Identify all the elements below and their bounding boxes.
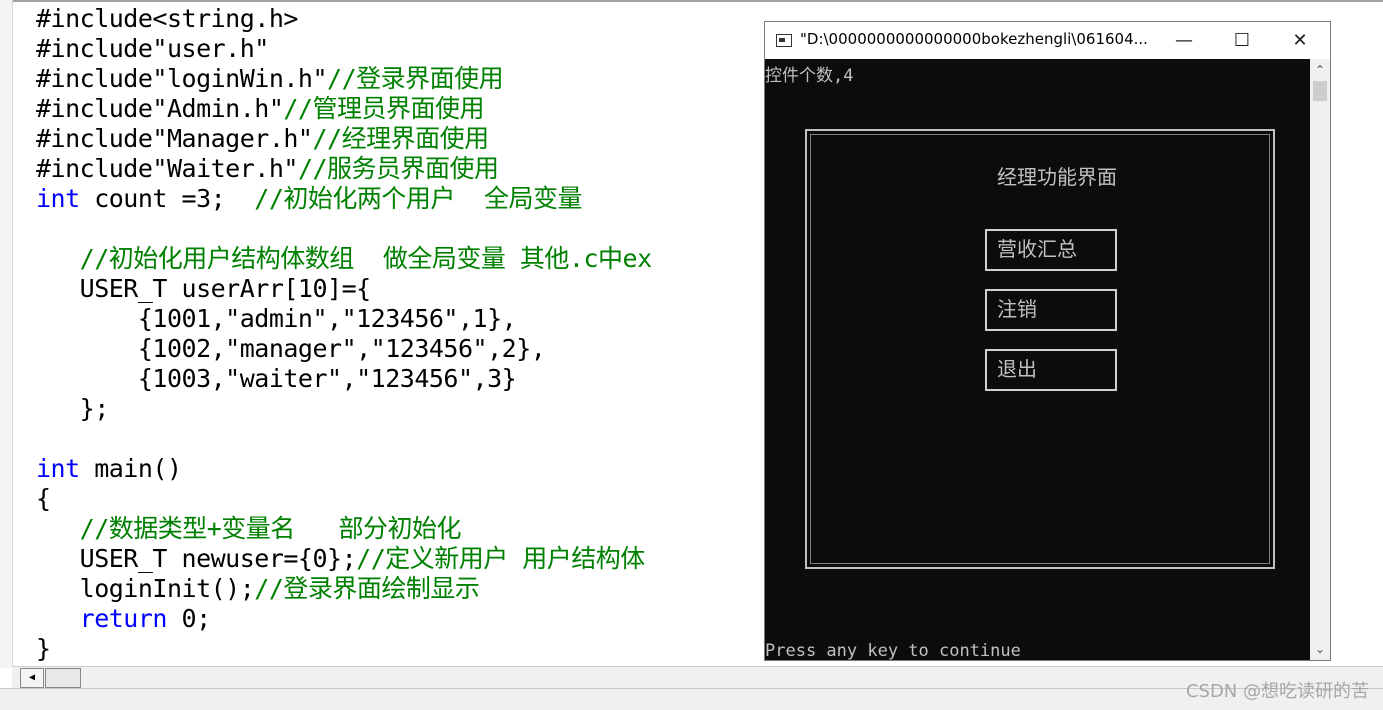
console-window[interactable]: "D:\0000000000000000bokezhengli\061604..… bbox=[764, 21, 1331, 661]
code-line[interactable]: return 0; bbox=[36, 604, 211, 634]
code-text: USER_T userArr[10]={ bbox=[36, 274, 372, 303]
code-text: #include"Admin.h" bbox=[36, 94, 284, 123]
maximize-button[interactable]: ☐ bbox=[1219, 22, 1265, 59]
code-line[interactable]: int count =3; //初始化两个用户 全局变量 bbox=[36, 184, 582, 214]
control-count-text: 控件个数,4 bbox=[765, 66, 854, 86]
vertical-scrollbar[interactable]: ⌃ ⌄ bbox=[1310, 59, 1330, 660]
console-app-icon bbox=[776, 34, 792, 47]
code-line[interactable]: {1002,"manager","123456",2}, bbox=[36, 334, 546, 364]
code-text: count =3; bbox=[79, 184, 255, 213]
code-text: #include"user.h" bbox=[36, 34, 269, 63]
code-text: {1003,"waiter","123456",3} bbox=[36, 364, 517, 393]
code-comment: //登录界面绘制显示 bbox=[254, 574, 480, 603]
manager-panel: 经理功能界面 营收汇总 注销 退出 bbox=[805, 129, 1275, 569]
code-line[interactable]: int main() bbox=[36, 454, 182, 484]
code-comment: //初始化两个用户 全局变量 bbox=[254, 184, 582, 213]
code-line[interactable]: } bbox=[36, 634, 51, 664]
panel-title: 经理功能界面 bbox=[997, 165, 1117, 189]
code-text: #include"Waiter.h" bbox=[36, 154, 298, 183]
code-line[interactable]: //初始化用户结构体数组 做全局变量 其他.c中ex bbox=[36, 244, 652, 274]
code-text: #include"Manager.h" bbox=[36, 124, 313, 153]
close-button[interactable]: ✕ bbox=[1277, 22, 1323, 59]
code-line[interactable]: #include"loginWin.h"//登录界面使用 bbox=[36, 64, 504, 94]
code-text: } bbox=[36, 634, 51, 663]
code-line[interactable]: #include"Waiter.h"//服务员界面使用 bbox=[36, 154, 499, 184]
keyword-int: int bbox=[36, 454, 80, 483]
code-comment: //数据类型+变量名 部分初始化 bbox=[79, 514, 462, 543]
status-strip bbox=[0, 688, 1383, 710]
code-line[interactable]: USER_T userArr[10]={ bbox=[36, 274, 372, 304]
code-text: #include"loginWin.h" bbox=[36, 64, 328, 93]
minimize-button[interactable]: — bbox=[1161, 22, 1207, 59]
code-text: {1002,"manager","123456",2}, bbox=[36, 334, 546, 363]
keyword-int: int bbox=[36, 184, 80, 213]
code-line[interactable]: { bbox=[36, 484, 51, 514]
code-line[interactable]: }; bbox=[36, 394, 110, 424]
code-text: #include<string.h> bbox=[36, 4, 298, 33]
vertical-scroll-thumb[interactable] bbox=[1313, 81, 1327, 101]
scroll-up-icon[interactable]: ⌃ bbox=[1310, 61, 1330, 79]
code-text: { bbox=[36, 484, 51, 513]
code-text: loginInit(); bbox=[36, 574, 255, 603]
editor-top-border bbox=[0, 0, 1383, 2]
code-line[interactable]: #include"user.h" bbox=[36, 34, 269, 64]
code-line[interactable]: #include<string.h> bbox=[36, 4, 298, 34]
code-comment: //初始化用户结构体数组 做全局变量 其他.c中ex bbox=[79, 244, 652, 273]
code-line[interactable]: //数据类型+变量名 部分初始化 bbox=[36, 514, 462, 544]
logout-button[interactable]: 注销 bbox=[985, 289, 1117, 331]
console-title: "D:\0000000000000000bokezhengli\061604..… bbox=[800, 30, 1148, 48]
scroll-left-icon[interactable]: ◀ bbox=[20, 668, 44, 688]
code-line[interactable]: loginInit();//登录界面绘制显示 bbox=[36, 574, 480, 604]
code-line[interactable]: #include"Admin.h"//管理员界面使用 bbox=[36, 94, 484, 124]
code-text: {1001,"admin","123456",1}, bbox=[36, 304, 517, 333]
code-comment: //管理员界面使用 bbox=[283, 94, 484, 123]
code-text: 0; bbox=[166, 604, 212, 633]
code-line[interactable]: {1003,"waiter","123456",3} bbox=[36, 364, 517, 394]
code-comment: //经理界面使用 bbox=[312, 124, 489, 153]
code-comment: //定义新用户 用户结构体 bbox=[356, 544, 645, 573]
code-text: main() bbox=[79, 454, 182, 483]
code-text: }; bbox=[36, 394, 110, 423]
code-line[interactable]: #include"Manager.h"//经理界面使用 bbox=[36, 124, 489, 154]
code-text: USER_T newuser={0}; bbox=[36, 544, 357, 573]
press-any-key-text: Press any key to continue bbox=[765, 641, 1021, 660]
code-comment: //服务员界面使用 bbox=[297, 154, 499, 183]
exit-button[interactable]: 退出 bbox=[985, 349, 1117, 391]
console-output[interactable]: 控件个数,4 经理功能界面 营收汇总 注销 退出 Press any key t… bbox=[765, 59, 1310, 660]
revenue-summary-button[interactable]: 营收汇总 bbox=[985, 229, 1117, 271]
watermark-text: CSDN @想吃读研的苦 bbox=[1185, 681, 1369, 702]
code-comment: //登录界面使用 bbox=[327, 64, 504, 93]
scroll-down-icon[interactable]: ⌄ bbox=[1310, 640, 1330, 658]
editor-gutter bbox=[0, 0, 13, 668]
console-titlebar[interactable]: "D:\0000000000000000bokezhengli\061604..… bbox=[765, 22, 1330, 59]
code-line[interactable]: USER_T newuser={0};//定义新用户 用户结构体 bbox=[36, 544, 646, 574]
horizontal-scrollbar[interactable]: ◀ bbox=[12, 666, 1383, 689]
code-line[interactable]: {1001,"admin","123456",1}, bbox=[36, 304, 517, 334]
keyword-return: return bbox=[79, 604, 168, 633]
scrollbar-thumb[interactable] bbox=[45, 668, 81, 688]
